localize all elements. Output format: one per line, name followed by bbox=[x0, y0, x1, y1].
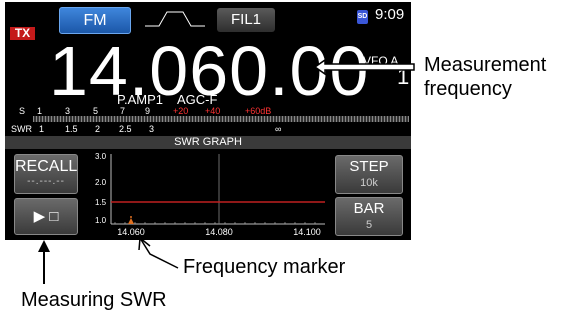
callout-frequency-marker: Frequency marker bbox=[183, 256, 346, 278]
callout-measuring-swr: Measuring SWR bbox=[21, 289, 167, 311]
callout-measurement: Measurement bbox=[424, 54, 547, 76]
callout-frequency: frequency bbox=[424, 78, 512, 100]
measurement-frequency-arrow bbox=[314, 58, 415, 76]
